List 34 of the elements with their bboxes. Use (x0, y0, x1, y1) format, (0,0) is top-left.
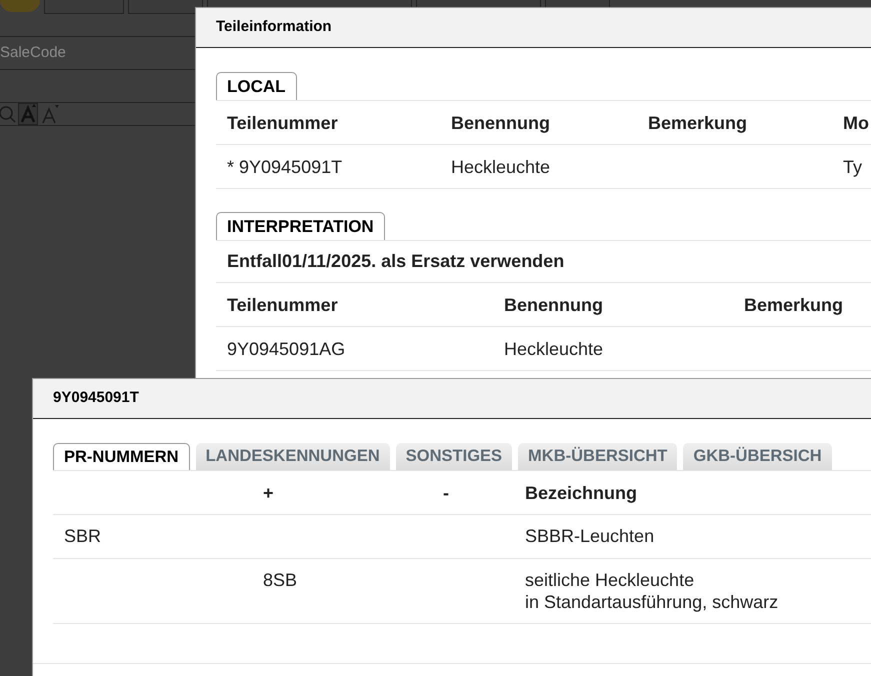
column-header: Mo (843, 112, 869, 134)
dialog-title: 9Y0945091T (53, 388, 139, 408)
dialog-title: Teileinformation (216, 17, 332, 38)
table-cell: Heckleuchte (504, 338, 604, 360)
table-cell: Ty (843, 156, 862, 178)
table-cell: SBR (64, 525, 102, 547)
tab[interactable]: PR-NUMMERN (53, 443, 190, 470)
zoom-out-icon[interactable] (0, 105, 16, 123)
tab[interactable]: SONSTIGES (396, 443, 512, 470)
section-tab[interactable]: LOCAL (216, 72, 297, 100)
column-header: - (443, 482, 449, 504)
table-cell: seitliche Heckleuchte in Standartausführung, schwarz (525, 569, 778, 613)
table-cell: 9Y0945091AG (227, 338, 346, 360)
table-cell: SBBR-Leuchten (525, 525, 654, 547)
tab[interactable]: GKB-ÜBERSICH (683, 443, 832, 470)
tab[interactable]: MKB-ÜBERSICHT (518, 443, 678, 470)
background-tab[interactable] (128, 0, 203, 14)
column-header: + (263, 482, 274, 504)
interpretation-note: Entfall01/11/2025. als Ersatz verwenden (227, 250, 564, 273)
table-cell: 8SB (263, 569, 298, 591)
column-header: Teilenummer (227, 294, 338, 316)
tab[interactable]: LANDESKENNUNGEN (196, 443, 390, 470)
font-decrease-icon[interactable] (40, 103, 60, 125)
table-cell: * 9Y0945091T (227, 156, 342, 178)
column-header: Bezeichnung (525, 482, 638, 504)
column-header: Benennung (451, 112, 550, 134)
font-increase-icon[interactable] (18, 103, 38, 125)
column-header: Bemerkung (648, 112, 748, 134)
column-header: Bemerkung (744, 294, 844, 316)
column-header: Benennung (504, 294, 603, 316)
column-header: Teilenummer (227, 112, 338, 134)
section-tab[interactable]: INTERPRETATION (216, 212, 385, 240)
table-cell: Heckleuchte (451, 156, 550, 178)
salecode-field[interactable]: SaleCode (0, 42, 195, 64)
